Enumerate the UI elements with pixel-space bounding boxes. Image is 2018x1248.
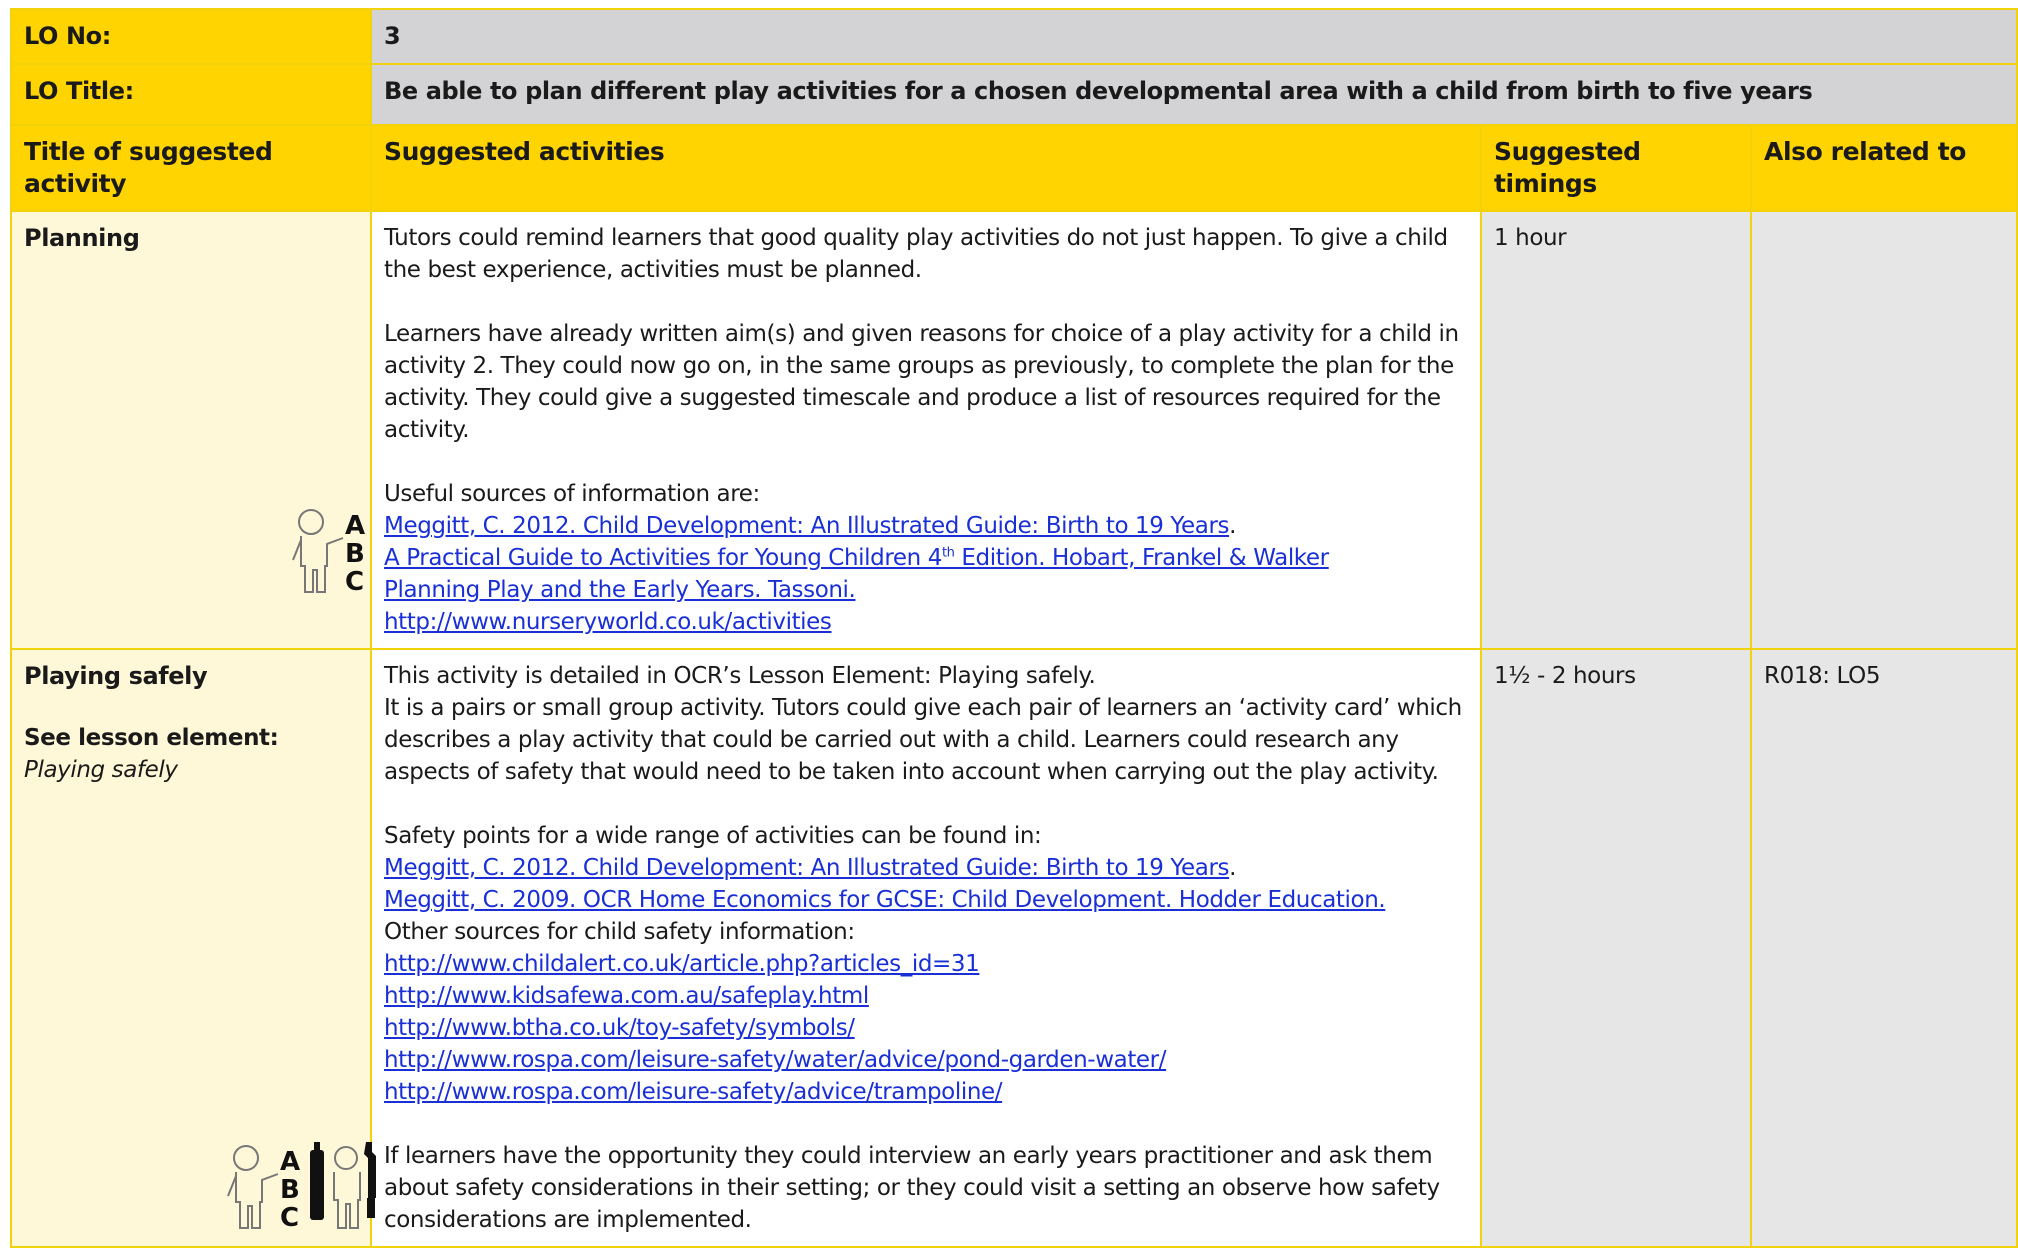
lesson-table: LO No: 3 LO Title: Be able to plan diffe… [10, 8, 2018, 1248]
source-link[interactable]: A Practical Guide to Activities for Youn… [384, 542, 1468, 574]
sources-intro: Useful sources of information are: [384, 481, 760, 507]
paragraph: It is a pairs or small group activity. T… [384, 695, 1462, 785]
lo-no-label: LO No: [10, 8, 372, 65]
link-suffix: . [1229, 855, 1237, 881]
source-link[interactable]: Meggitt, C. 2012. Child Development: An … [384, 510, 1468, 542]
source-link[interactable]: Meggitt, C. 2009. OCR Home Economics for… [384, 884, 1468, 916]
source-link[interactable]: Meggitt, C. 2012. Child Development: An … [384, 852, 1468, 884]
svg-text:A: A [345, 511, 365, 541]
url-link[interactable]: http://www.rospa.com/leisure-safety/advi… [384, 1076, 1468, 1108]
url-link[interactable]: http://www.childalert.co.uk/article.php?… [384, 948, 1468, 980]
see-lesson-label: See lesson element: [24, 725, 279, 751]
lo-no-value: 3 [369, 8, 2018, 65]
paragraph: This activity is detailed in OCR’s Lesso… [384, 663, 1096, 689]
activity-description-cell: Tutors could remind learners that good q… [370, 210, 1482, 650]
activity-title-cell: Planning A B C [10, 210, 372, 650]
paragraph: Tutors could remind learners that good q… [384, 225, 1448, 283]
timing-cell: 1 hour [1480, 210, 1752, 650]
svg-text:B: B [345, 539, 364, 569]
abc-teacher-icon: A B C [227, 1145, 300, 1232]
source-link[interactable]: Planning Play and the Early Years. Tasso… [384, 574, 1468, 606]
see-lesson-value: Playing safely [24, 757, 178, 783]
source-link[interactable]: http://www.nurseryworld.co.uk/activities [384, 606, 1468, 638]
url-link[interactable]: http://www.rospa.com/leisure-safety/wate… [384, 1044, 1468, 1076]
abc-teacher-icon: A B C [292, 509, 365, 596]
url-link[interactable]: http://www.btha.co.uk/toy-safety/symbols… [384, 1012, 1468, 1044]
activity-title-cell: Playing safely See lesson element: Playi… [10, 648, 376, 1248]
svg-text:C: C [345, 567, 364, 596]
lo-title-label: LO Title: [10, 63, 372, 126]
related-cell: R018: LO5 [1749, 648, 2018, 1248]
activity-title: Planning [24, 224, 140, 252]
col-header-related: Also related to [1749, 124, 2018, 212]
link-suffix: . [1229, 513, 1237, 539]
safety-intro: Safety points for a wide range of activi… [384, 823, 1042, 849]
table-row: Playing safely See lesson element: Playi… [10, 648, 2018, 1248]
activity-description-cell: This activity is detailed in OCR’s Lesso… [370, 648, 1482, 1248]
svg-text:A: A [280, 1147, 300, 1177]
timing-cell: 1½ - 2 hours [1480, 648, 1752, 1248]
col-header-timings: Suggested timings [1480, 124, 1752, 212]
paragraph: Learners have already written aim(s) and… [384, 321, 1459, 443]
related-cell [1749, 210, 2018, 650]
closing-paragraph: If learners have the opportunity they co… [384, 1143, 1440, 1233]
svg-text:B: B [280, 1175, 299, 1205]
tools-icon [310, 1142, 376, 1229]
svg-text:C: C [280, 1203, 299, 1232]
lo-title-value: Be able to plan different play activitie… [369, 63, 2018, 126]
table-row: Planning A B C Tutors could remind learn… [10, 210, 2018, 650]
url-link[interactable]: http://www.kidsafewa.com.au/safeplay.htm… [384, 980, 1468, 1012]
col-header-title: Title of suggested activity [10, 124, 372, 212]
col-header-activities: Suggested activities [370, 124, 1482, 212]
activity-title: Playing safely [24, 662, 208, 690]
other-sources-intro: Other sources for child safety informati… [384, 919, 855, 945]
